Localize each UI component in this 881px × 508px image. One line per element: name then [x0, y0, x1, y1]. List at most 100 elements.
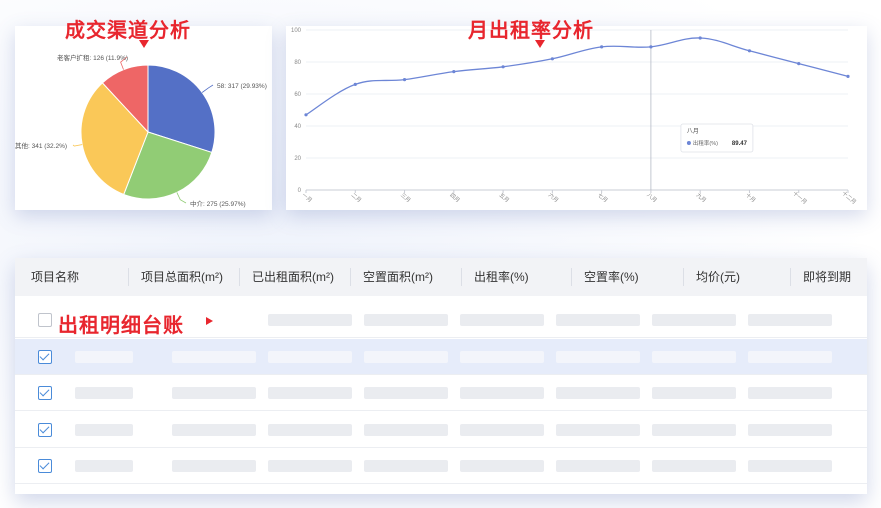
pie-chart: 58: 317 (29.93%) 中介: 275 (25.97%) 其他: 341 … [15, 53, 267, 208]
cell-placeholder [268, 350, 352, 363]
x-tick-label: 八月 [645, 192, 658, 204]
line-annotation-title: 月出租率分析 [468, 18, 594, 42]
column-separator [683, 268, 684, 286]
column-header[interactable]: 已出租面积(m²) [240, 258, 334, 296]
column-header[interactable]: 均价(元) [684, 258, 740, 296]
cell-placeholder [556, 387, 640, 399]
cell-placeholder [172, 350, 256, 363]
data-point [846, 74, 850, 78]
column-header[interactable]: 空置率(%) [572, 258, 639, 296]
tooltip-marker [686, 141, 691, 145]
cell-placeholder [652, 423, 736, 436]
cell-placeholder [460, 423, 544, 436]
cell-placeholder [748, 387, 832, 399]
x-tick-label: 九月 [695, 191, 709, 204]
cell-placeholder [748, 460, 832, 472]
row-checkbox[interactable] [38, 386, 52, 400]
cell-placeholder [75, 387, 133, 399]
cell-placeholder [652, 350, 736, 363]
pie-annotation-arrow [139, 40, 149, 48]
y-tick-label: 80 [294, 60, 301, 66]
row-checkbox[interactable] [38, 313, 52, 327]
column-header[interactable]: 出租率(%) [462, 258, 529, 296]
cell-placeholder [652, 314, 736, 326]
cell-placeholder [364, 350, 448, 363]
cell-placeholder [652, 387, 736, 399]
cell-placeholder [172, 423, 256, 436]
table-row[interactable] [15, 412, 867, 448]
table-annotation-arrow [206, 317, 213, 325]
cell-placeholder [460, 350, 544, 363]
cell-placeholder [364, 314, 448, 326]
pie-label-line [201, 84, 214, 93]
pie-slice-label: 58: 317 (29.93%) [217, 83, 267, 90]
rental-table: 项目名称 项目总面积(m²) 已出租面积(m²) 空置面积(m²) 出租率(%) 空置率(… [15, 258, 867, 494]
pie-slice-label: 老客户扩租: 126 (11.9%) [57, 53, 128, 62]
cell-placeholder [364, 387, 448, 399]
pie-chart-card: 58: 317 (29.93%) 中介: 275 (25.97%) 其他: 341 … [15, 26, 272, 210]
tooltip-series-label: 出租率(%) [693, 139, 718, 147]
pie-slice-label: 中介: 275 (25.97%) [190, 199, 246, 208]
cell-placeholder [268, 387, 352, 399]
pie-label-line [176, 192, 187, 204]
cell-placeholder [172, 387, 256, 399]
y-tick-label: 0 [298, 188, 302, 194]
y-tick-label: 40 [294, 124, 301, 130]
cell-placeholder [748, 423, 832, 436]
row-checkbox[interactable] [38, 459, 52, 473]
cell-placeholder [75, 350, 133, 363]
x-tick-label: 二月 [350, 192, 363, 204]
pie-slice-label: 其他: 341 (32.2%) [15, 141, 67, 150]
x-tick-label: 四月 [448, 192, 461, 204]
tooltip-title: 八月 [687, 128, 699, 135]
cell-placeholder [556, 314, 640, 326]
x-tick-label: 一月 [300, 192, 313, 204]
cell-placeholder [268, 460, 352, 472]
cell-placeholder [364, 423, 448, 436]
column-header[interactable]: 即将到期 [791, 258, 851, 296]
data-point [353, 82, 357, 86]
line-chart-card: 0 20 40 60 80 100 一月 二月 三月 四月 五月 六月 七月 八月 九月 十月 十一月 十二月 八月… [286, 26, 867, 210]
x-tick-label: 七月 [596, 191, 610, 204]
cell-placeholder [460, 387, 544, 399]
x-tick-label: 六月 [547, 191, 561, 204]
data-point [501, 65, 505, 69]
x-tick-label: 十月 [744, 191, 758, 204]
column-separator [128, 268, 129, 286]
y-tick-label: 100 [291, 28, 302, 34]
line-chart: 020406080100一月 二月 三月 四月 五月 六月 七月 八月 九月 十月 十一月 十二月八月… [291, 28, 858, 206]
column-separator [350, 268, 351, 286]
column-separator [571, 268, 572, 286]
data-point [649, 45, 653, 49]
cell-placeholder [75, 423, 133, 436]
cell-placeholder [556, 423, 640, 436]
y-tick-label: 20 [294, 156, 301, 162]
line-annotation-arrow [535, 40, 545, 48]
column-header[interactable]: 项目名称 [19, 258, 79, 296]
cell-placeholder [460, 460, 544, 472]
table-annotation-title: 出租明细台账 [58, 313, 184, 337]
pie-annotation-title: 成交渠道分析 [65, 18, 191, 42]
column-separator [239, 268, 240, 286]
data-point [600, 45, 604, 49]
data-point [402, 78, 407, 82]
table-row[interactable] [15, 375, 867, 411]
cell-placeholder [460, 314, 544, 326]
cell-placeholder [748, 314, 832, 326]
column-header[interactable]: 项目总面积(m²) [129, 258, 223, 296]
y-tick-label: 60 [294, 92, 301, 98]
row-checkbox[interactable] [38, 349, 52, 364]
cell-placeholder [556, 460, 640, 472]
data-point [452, 70, 456, 74]
column-header[interactable]: 空置面积(m²) [351, 258, 433, 296]
table-row[interactable] [15, 338, 867, 375]
x-tick-label: 五月 [498, 192, 511, 204]
tooltip-value: 89.47 [732, 141, 748, 147]
data-point [797, 62, 801, 66]
row-checkbox[interactable] [38, 422, 52, 437]
cell-placeholder [268, 314, 352, 326]
cell-placeholder [75, 460, 133, 472]
table-row[interactable] [15, 448, 867, 484]
cell-placeholder [268, 423, 352, 436]
cell-placeholder [556, 350, 640, 363]
